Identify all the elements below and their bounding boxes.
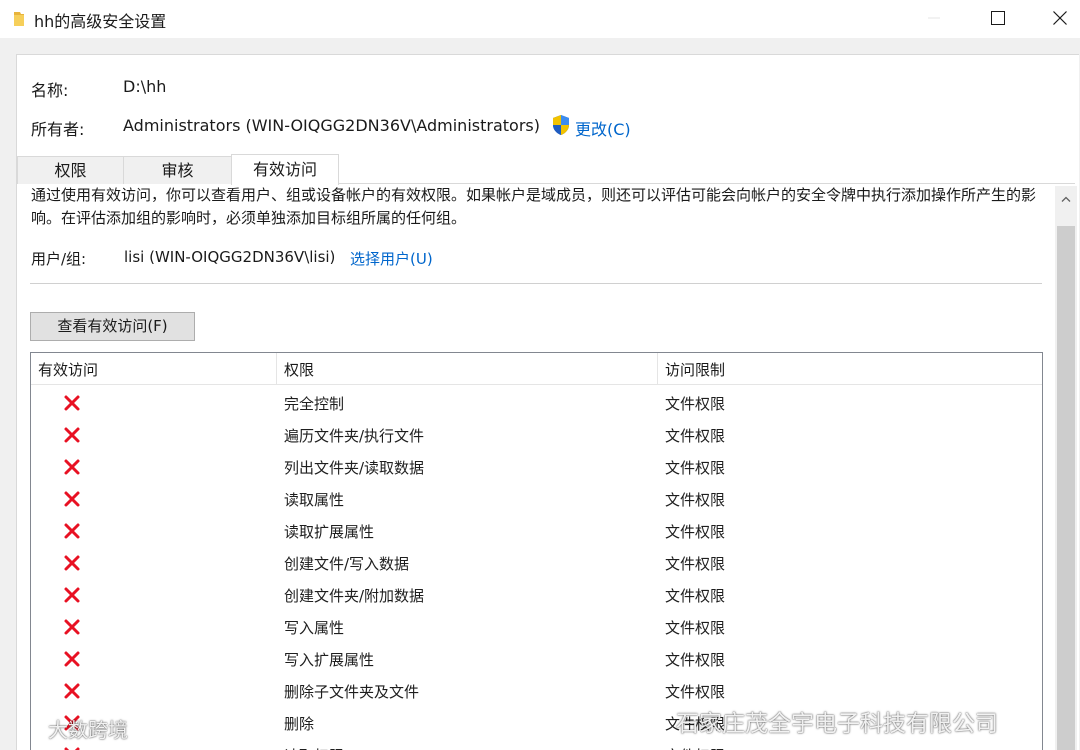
maximize-icon xyxy=(991,11,1005,25)
vertical-scrollbar[interactable] xyxy=(1055,186,1077,750)
table-row[interactable]: 遍历文件夹/执行文件 文件权限 xyxy=(31,419,1042,451)
permission-name: 读取扩展属性 xyxy=(284,523,375,541)
access-limit: 文件权限 xyxy=(665,555,726,573)
deny-x-icon xyxy=(64,683,80,699)
permission-name: 创建文件/写入数据 xyxy=(284,555,410,573)
access-limit: 文件权限 xyxy=(665,745,725,750)
table-row[interactable]: 删除子文件夹及文件 文件权限 xyxy=(31,675,1042,707)
access-limit: 文件权限 xyxy=(665,683,726,701)
scroll-up-button[interactable] xyxy=(1055,186,1077,212)
table-row[interactable]: 读取扩展属性 文件权限 xyxy=(31,515,1042,547)
uac-shield-icon xyxy=(553,115,569,135)
close-button[interactable] xyxy=(1037,0,1080,36)
table-row[interactable]: 创建文件夹/附加数据 文件权限 xyxy=(31,579,1042,611)
permission-name: 读取权限 xyxy=(284,745,344,750)
table-row[interactable]: 写入扩展属性 文件权限 xyxy=(31,643,1042,675)
scroll-thumb[interactable] xyxy=(1057,226,1075,750)
user-group-label: 用户/组: xyxy=(31,250,87,268)
tab-effective-access[interactable]: 有效访问 xyxy=(231,154,339,185)
access-limit: 文件权限 xyxy=(665,395,726,413)
access-limit: 文件权限 xyxy=(665,459,726,477)
column-header-effective-access[interactable]: 有效访问 xyxy=(38,359,98,380)
permission-name: 删除子文件夹及文件 xyxy=(284,683,420,701)
watermark-right: 石家庄茂全宇电子科技有限公司 xyxy=(676,711,998,737)
table-row[interactable]: 写入属性 文件权限 xyxy=(31,611,1042,643)
table-row[interactable]: 创建文件/写入数据 文件权限 xyxy=(31,547,1042,579)
title-bar: hh的高级安全设置 xyxy=(0,0,1080,38)
permission-name: 完全控制 xyxy=(284,395,345,413)
access-limit: 文件权限 xyxy=(665,651,726,669)
table-header: 有效访问 权限 访问限制 xyxy=(31,353,1042,385)
permission-name: 列出文件夹/读取数据 xyxy=(284,459,425,477)
access-limit: 文件权限 xyxy=(665,587,726,605)
deny-x-icon xyxy=(64,619,80,635)
permission-name: 写入扩展属性 xyxy=(284,651,375,669)
deny-x-icon xyxy=(64,395,80,411)
close-icon xyxy=(1053,11,1067,25)
access-limit: 文件权限 xyxy=(665,619,726,637)
access-limit: 文件权限 xyxy=(665,491,726,509)
effective-access-table: 有效访问 权限 访问限制 完全控制 文件权限 遍历文件夹/执行文件 文件权限 列出文件夹… xyxy=(30,352,1043,750)
tab-permissions[interactable]: 权限 xyxy=(17,156,124,184)
name-value: D:\hh xyxy=(123,77,167,96)
separator xyxy=(30,283,1042,284)
deny-x-icon xyxy=(64,523,80,539)
permission-name: 删除 xyxy=(284,715,315,733)
permission-name: 写入属性 xyxy=(284,619,345,637)
table-row[interactable]: 读取属性 文件权限 xyxy=(31,483,1042,515)
name-label: 名称: xyxy=(31,81,69,100)
tab-auditing[interactable]: 审核 xyxy=(123,156,232,184)
column-header-access-limit[interactable]: 访问限制 xyxy=(665,359,725,380)
deny-x-icon xyxy=(64,427,80,443)
view-effective-access-button[interactable]: 查看有效访问(F) xyxy=(30,312,195,341)
table-row[interactable]: 读取权限 文件权限 xyxy=(31,739,1042,750)
permission-name: 读取属性 xyxy=(284,491,345,509)
effective-access-description: 通过使用有效访问，你可以查看用户、组或设备帐户的有效权限。如果帐户是域成员，则还… xyxy=(31,186,1037,227)
select-user-link[interactable]: 选择用户(U) xyxy=(350,248,433,269)
permission-name: 创建文件夹/附加数据 xyxy=(284,587,425,605)
minimize-button[interactable] xyxy=(911,0,957,36)
window-title: hh的高级安全设置 xyxy=(34,12,167,31)
deny-x-icon xyxy=(64,555,80,571)
deny-x-icon xyxy=(64,587,80,603)
column-header-permission[interactable]: 权限 xyxy=(284,359,314,380)
access-limit: 文件权限 xyxy=(665,523,726,541)
minimize-icon xyxy=(928,17,940,19)
scroll-up-icon xyxy=(1061,196,1071,202)
owner-value: Administrators (WIN-OIQGG2DN36V\Administ… xyxy=(123,116,540,135)
folder-icon xyxy=(14,12,24,26)
column-divider[interactable] xyxy=(276,353,277,385)
table-row[interactable]: 列出文件夹/读取数据 文件权限 xyxy=(31,451,1042,483)
user-group-value: lisi (WIN-OIQGG2DN36V\lisi) xyxy=(124,248,336,266)
watermark-left: 大数跨境 xyxy=(48,718,128,742)
column-divider[interactable] xyxy=(657,353,658,385)
deny-x-icon xyxy=(64,747,80,750)
table-row[interactable]: 完全控制 文件权限 xyxy=(31,387,1042,419)
deny-x-icon xyxy=(64,651,80,667)
maximize-button[interactable] xyxy=(975,0,1021,36)
access-limit: 文件权限 xyxy=(665,427,726,445)
owner-label: 所有者: xyxy=(31,120,85,139)
change-owner-link[interactable]: 更改(C) xyxy=(575,116,631,140)
permission-name: 遍历文件夹/执行文件 xyxy=(284,427,425,445)
deny-x-icon xyxy=(64,459,80,475)
deny-x-icon xyxy=(64,491,80,507)
